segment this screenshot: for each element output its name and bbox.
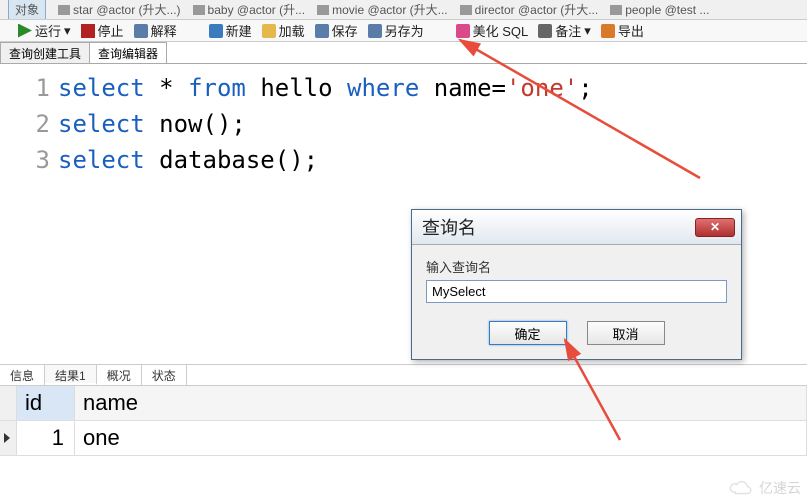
note-icon xyxy=(538,24,552,38)
file-tab-active[interactable]: 对象 xyxy=(8,0,46,20)
note-button[interactable]: 备注 ▾ xyxy=(538,21,591,40)
save-icon xyxy=(315,24,329,38)
result-grid[interactable]: id name 1 one xyxy=(0,386,807,456)
editor-tab-bar: 查询创建工具 查询编辑器 xyxy=(0,42,807,64)
saveas-button[interactable]: 另存为 xyxy=(368,21,424,40)
run-button[interactable]: 运行 ▾ xyxy=(18,21,71,40)
new-icon xyxy=(209,24,223,38)
stop-icon xyxy=(81,24,95,38)
line-gutter: 1 2 3 xyxy=(0,64,58,364)
export-button[interactable]: 导出 xyxy=(601,21,644,40)
query-name-input[interactable] xyxy=(426,280,727,303)
beautify-button[interactable]: 美化 SQL xyxy=(456,21,529,40)
file-tab-star[interactable]: star @actor (升大...) xyxy=(58,1,181,18)
play-icon xyxy=(18,24,32,38)
current-row-icon xyxy=(4,433,10,443)
saveas-icon xyxy=(368,24,382,38)
toolbar: 运行 ▾ 停止 解释 新建 加载 保存 另存为 美化 SQL 备注 ▾ 导出 xyxy=(0,20,807,42)
dialog-title: 查询名 xyxy=(422,214,476,240)
tab-info[interactable]: 信息 xyxy=(0,365,45,385)
row-marker xyxy=(0,421,17,456)
result-tab-bar: 信息 结果1 概况 状态 xyxy=(0,364,807,386)
load-button[interactable]: 加载 xyxy=(262,21,305,40)
tab-result1[interactable]: 结果1 xyxy=(45,365,97,385)
stop-button[interactable]: 停止 xyxy=(81,21,124,40)
col-header-name[interactable]: name xyxy=(75,386,807,421)
dialog-titlebar[interactable]: 查询名 ✕ xyxy=(412,210,741,245)
explain-button[interactable]: 解释 xyxy=(134,21,177,40)
cancel-button[interactable]: 取消 xyxy=(587,321,665,345)
file-tab-director[interactable]: director @actor (升大... xyxy=(460,1,599,18)
cloud-icon xyxy=(727,479,755,497)
file-tab-movie[interactable]: movie @actor (升大... xyxy=(317,1,448,18)
file-tab-people[interactable]: people @test ... xyxy=(610,3,709,17)
load-icon xyxy=(262,24,276,38)
file-tab-bar: 对象 star @actor (升大...) baby @actor (升...… xyxy=(0,0,807,20)
dialog-label: 输入查询名 xyxy=(426,257,727,276)
ok-button[interactable]: 确定 xyxy=(489,321,567,345)
watermark: 亿速云 xyxy=(727,478,801,498)
tab-query-builder[interactable]: 查询创建工具 xyxy=(0,42,90,63)
save-button[interactable]: 保存 xyxy=(315,21,358,40)
beautify-icon xyxy=(456,24,470,38)
dialog-close-button[interactable]: ✕ xyxy=(695,218,735,237)
export-icon xyxy=(601,24,615,38)
query-name-dialog: 查询名 ✕ 输入查询名 确定 取消 xyxy=(411,209,742,360)
tab-status[interactable]: 状态 xyxy=(142,365,187,385)
tab-overview[interactable]: 概况 xyxy=(97,365,142,385)
col-header-id[interactable]: id xyxy=(17,386,75,421)
file-tab-baby[interactable]: baby @actor (升... xyxy=(193,1,306,18)
tab-query-editor[interactable]: 查询编辑器 xyxy=(89,42,167,63)
cell-id[interactable]: 1 xyxy=(17,421,75,456)
cell-name[interactable]: one xyxy=(75,421,807,456)
explain-icon xyxy=(134,24,148,38)
new-button[interactable]: 新建 xyxy=(209,21,252,40)
table-row[interactable]: 1 one xyxy=(0,421,807,456)
row-marker-header xyxy=(0,386,17,421)
